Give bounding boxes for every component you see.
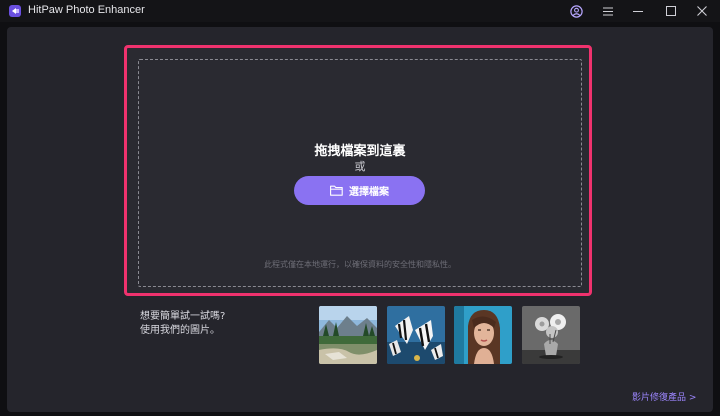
sample-prompt-line2: 使用我們的圖片。 [140,325,220,336]
select-file-button[interactable]: 選擇檔案 [294,176,425,205]
app-title: HitPaw Photo Enhancer [28,4,145,16]
title-bar: HitPaw Photo Enhancer [0,0,720,22]
sample-image-flower[interactable] [522,306,580,364]
minimize-button[interactable] [624,0,652,22]
close-icon [697,6,707,16]
select-file-label: 選擇檔案 [349,187,389,198]
menu-button[interactable] [594,0,622,22]
maximize-icon [666,6,676,16]
sample-image-landscape[interactable] [319,306,377,364]
drop-zone-or: 或 [354,160,366,173]
sample-prompt: 想要簡單試一試嗎? 使用我們的圖片。 [140,310,225,338]
account-icon [569,4,583,18]
privacy-note: 此程式僅在本地運行，以確保資料的安全性和隱私性。 [264,260,456,269]
sample-image-fish[interactable] [387,306,445,364]
close-button[interactable] [688,0,716,22]
menu-icon [603,7,613,15]
maximize-button[interactable] [657,0,685,22]
video-enhancer-product-link[interactable]: 影片修復產品 > [632,390,696,403]
account-button[interactable] [562,0,590,22]
drop-zone-title: 拖拽檔案到這裏 [314,144,406,159]
folder-icon [330,185,343,196]
minimize-icon [633,10,643,12]
app-logo-icon [9,5,21,17]
sample-image-portrait[interactable] [454,306,512,364]
sample-prompt-line1: 想要簡單試一試嗎? [140,311,226,322]
